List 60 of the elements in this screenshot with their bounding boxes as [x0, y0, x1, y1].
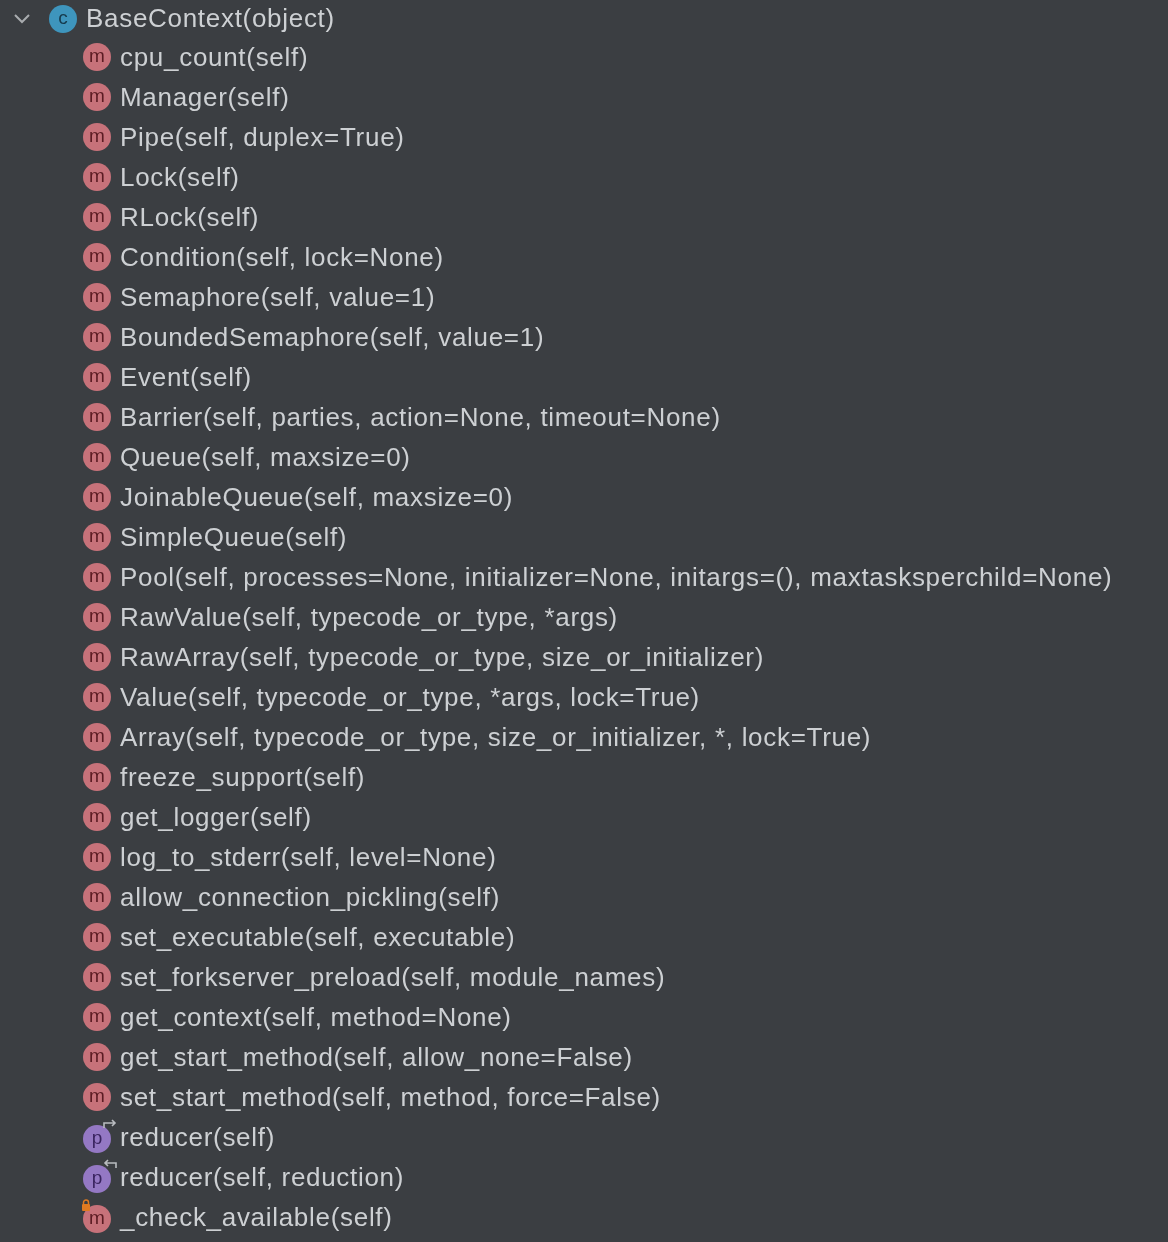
tree-item[interactable]: Lock(self) [120, 161, 240, 193]
method-icon: m [83, 643, 111, 671]
method-icon: m [83, 523, 111, 551]
method-icon: m [83, 843, 111, 871]
method-icon: m [83, 1003, 111, 1031]
tree-item[interactable]: Manager(self) [120, 81, 290, 113]
method-icon: m [83, 763, 111, 791]
method-icon: m [83, 563, 111, 591]
method-icon: m [83, 83, 111, 111]
tree-item[interactable]: Condition(self, lock=None) [120, 241, 444, 273]
tree-item[interactable]: Barrier(self, parties, action=None, timeout=None) [120, 401, 721, 433]
method-icon: m [83, 323, 111, 351]
tree-item[interactable]: set_start_method(self, method, force=False) [120, 1081, 661, 1113]
tree-item[interactable]: RawArray(self, typecode_or_type, size_or_initializer) [120, 641, 765, 673]
tree-item[interactable]: Pool(self, processes=None, initializer=None, initargs=(), maxtasksperchild=None) [120, 561, 1113, 593]
tree-item[interactable]: freeze_support(self) [120, 761, 366, 793]
method-icon: m [83, 123, 111, 151]
tree-item[interactable]: get_start_method(self, allow_none=False) [120, 1041, 633, 1073]
method-icon: m [83, 803, 111, 831]
method-icon: m [83, 963, 111, 991]
tree-item[interactable]: BaseContext(object) [86, 3, 335, 34]
method-icon: m [83, 43, 111, 71]
method-icon: m [83, 723, 111, 751]
method-icon: m [83, 483, 111, 511]
chevron-icon[interactable] [13, 12, 31, 25]
tree-item[interactable]: allow_connection_pickling(self) [120, 881, 501, 913]
tree-item[interactable]: Pipe(self, duplex=True) [120, 121, 405, 153]
tree-item[interactable]: reducer(self, reduction) [120, 1161, 405, 1193]
tree-item[interactable]: RLock(self) [120, 201, 260, 233]
method-icon: m [83, 163, 111, 191]
class-icon: c [49, 4, 77, 33]
tree-item[interactable]: Event(self) [120, 361, 252, 393]
tree-item[interactable]: SimpleQueue(self) [120, 521, 348, 553]
tree-item[interactable]: RawValue(self, typecode_or_type, *args) [120, 601, 618, 633]
tree-item[interactable]: Queue(self, maxsize=0) [120, 441, 411, 473]
tree-item[interactable]: BoundedSemaphore(self, value=1) [120, 321, 545, 353]
method-icon: m [83, 203, 111, 231]
method-icon: m [83, 283, 111, 311]
method-icon: m [83, 683, 111, 711]
method-icon: m [83, 1043, 111, 1071]
tree-item[interactable]: Value(self, typecode_or_type, *args, lock=True) [120, 681, 700, 713]
method-icon: m [83, 603, 111, 631]
tree-item[interactable]: get_logger(self) [120, 801, 312, 833]
tree-item[interactable]: _check_available(self) [120, 1201, 393, 1233]
tree-item[interactable]: JoinableQueue(self, maxsize=0) [120, 481, 514, 513]
method-icon: m [83, 243, 111, 271]
tree-item[interactable]: cpu_count(self) [120, 41, 309, 73]
tree-item[interactable]: get_context(self, method=None) [120, 1001, 512, 1033]
tree-item[interactable]: set_executable(self, executable) [120, 921, 516, 953]
method-icon: m [83, 883, 111, 911]
tree-item[interactable]: Semaphore(self, value=1) [120, 281, 436, 313]
tree-item[interactable]: reducer(self) [120, 1121, 276, 1153]
method-icon: m [83, 363, 111, 391]
tree-item[interactable]: log_to_stderr(self, level=None) [120, 841, 497, 873]
method-icon: m [83, 1083, 111, 1111]
method-icon: m [83, 443, 111, 471]
method-icon: m [83, 403, 111, 431]
tree-item[interactable]: Array(self, typecode_or_type, size_or_initializer, *, lock=True) [120, 721, 872, 753]
tree-item[interactable]: set_forkserver_preload(self, module_names) [120, 961, 666, 993]
method-icon: m [83, 923, 111, 951]
